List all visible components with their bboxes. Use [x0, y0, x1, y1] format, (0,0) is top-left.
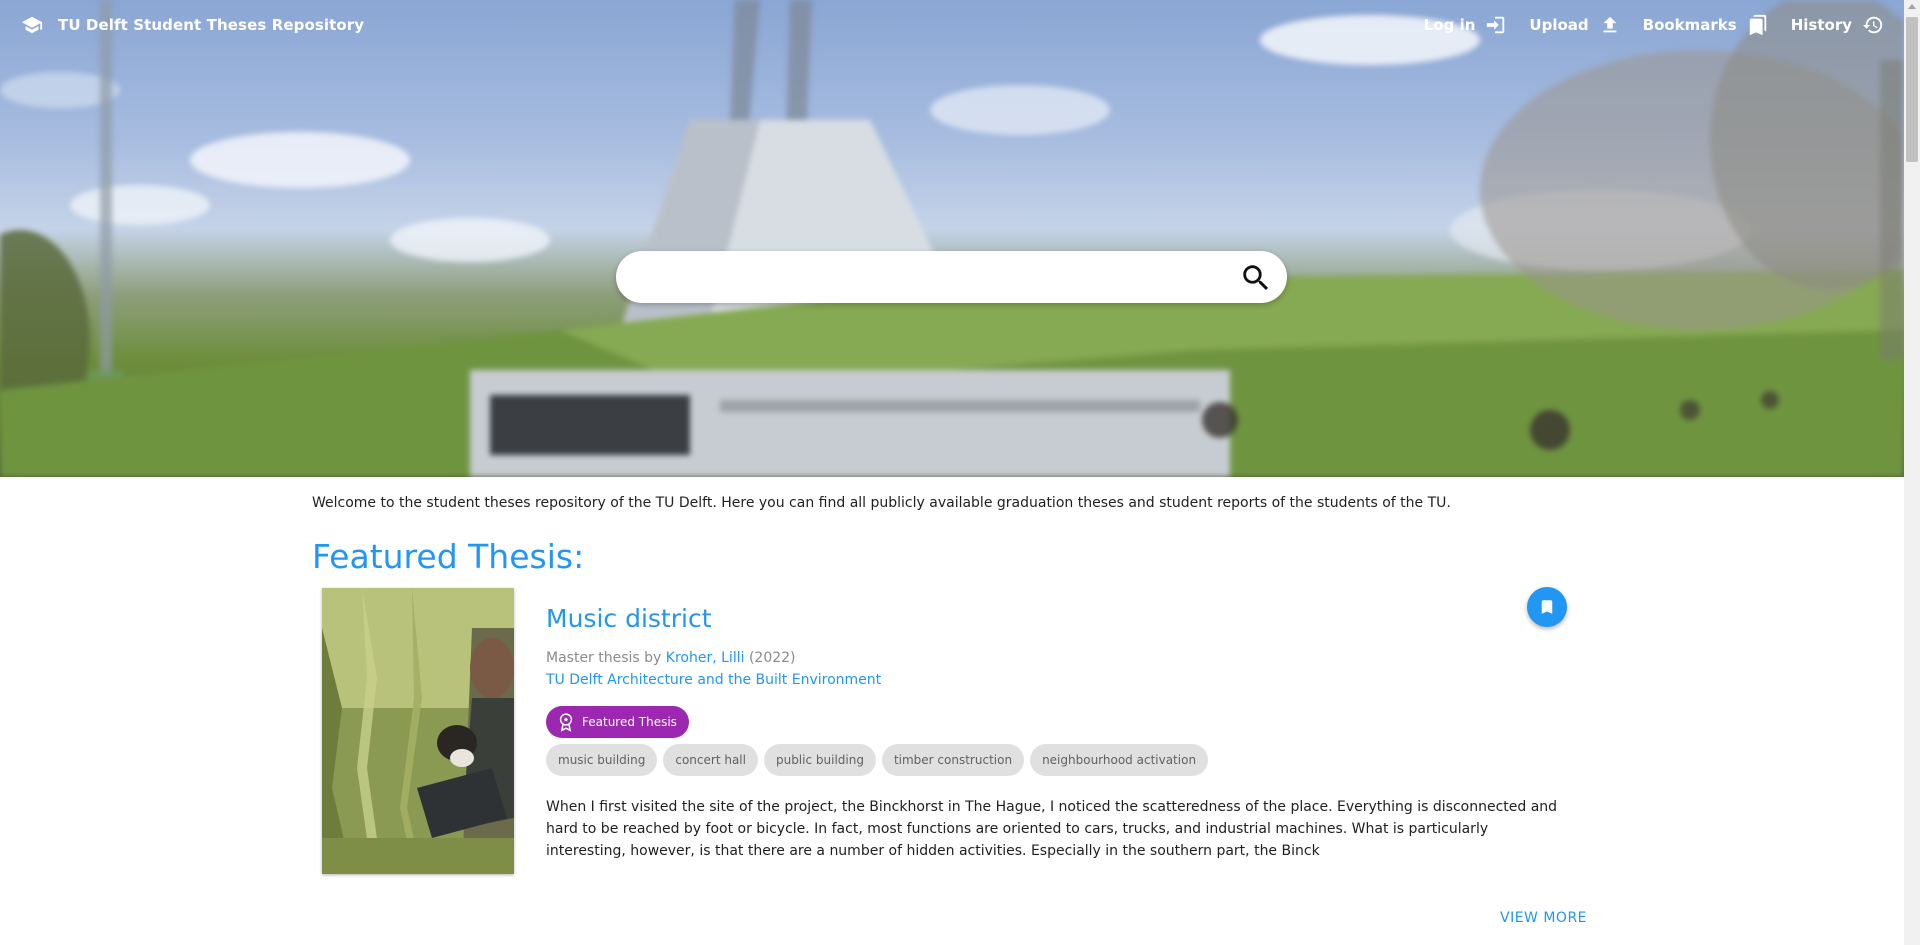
upload-button[interactable]: Upload [1529, 14, 1620, 36]
tag-chip[interactable]: neighbourhood activation [1030, 744, 1209, 776]
featured-badge-label: Featured Thesis [582, 715, 677, 729]
welcome-text: Welcome to the student theses repository… [312, 495, 1451, 511]
keyword-tags: music building concert hall public build… [546, 744, 1209, 776]
featured-thesis-badge: Featured Thesis [546, 706, 689, 738]
featured-section-title: Featured Thesis: [312, 537, 585, 576]
bookmark-icon [1541, 600, 1553, 614]
login-icon [1487, 16, 1505, 34]
hero-banner: TU Delft Student Theses Repository Log i… [0, 0, 1904, 477]
tag-chip[interactable]: music building [546, 744, 658, 776]
login-button[interactable]: Log in [1424, 14, 1508, 36]
author-link[interactable]: Kroher, Lilli [666, 650, 745, 666]
graduation-cap-icon [21, 16, 43, 34]
bookmark-button[interactable] [1527, 587, 1567, 627]
login-label: Log in [1423, 16, 1476, 34]
bookmarks-button[interactable]: Bookmarks [1643, 14, 1769, 36]
featured-thesis-card: Music district Master thesis by Kroher, … [322, 588, 1592, 945]
scroll-up-arrow-icon[interactable] [1908, 4, 1916, 9]
thesis-title-link[interactable]: Music district [546, 604, 712, 633]
search-bar [616, 251, 1287, 303]
tag-chip[interactable]: concert hall [663, 744, 758, 776]
thesis-cover-image [322, 588, 514, 874]
thesis-abstract: When I first visited the site of the pro… [546, 799, 1558, 859]
history-icon [1862, 16, 1883, 34]
scrollbar-thumb[interactable] [1906, 17, 1918, 162]
search-input[interactable] [640, 261, 1200, 293]
page-scrollbar[interactable] [1904, 0, 1920, 945]
hero-background-image [0, 0, 1904, 477]
view-more-link[interactable]: VIEW MORE [1500, 910, 1587, 926]
thesis-year: (2022) [748, 650, 796, 666]
thesis-type-label: Master thesis by [546, 650, 662, 666]
search-icon[interactable] [1239, 261, 1273, 295]
tag-chip[interactable]: timber construction [881, 744, 1025, 776]
top-app-bar: TU Delft Student Theses Repository Log i… [0, 0, 1904, 52]
tag-chip[interactable]: public building [763, 744, 876, 776]
thesis-meta: Master thesis by Kroher, Lilli (2022) [546, 650, 796, 666]
app-title: TU Delft Student Theses Repository [58, 16, 365, 34]
award-ribbon-icon [559, 713, 573, 732]
history-label: History [1790, 16, 1852, 34]
brand[interactable]: TU Delft Student Theses Repository [20, 14, 364, 36]
faculty-link[interactable]: TU Delft Architecture and the Built Envi… [546, 672, 881, 688]
top-nav: Log in Upload Bookmarks History [1402, 14, 1884, 36]
bookmarks-label: Bookmarks [1642, 16, 1737, 34]
history-button[interactable]: History [1791, 14, 1884, 36]
bookmarks-icon [1749, 14, 1766, 36]
upload-label: Upload [1529, 16, 1589, 34]
upload-icon [1603, 16, 1617, 33]
thesis-thumbnail[interactable] [322, 588, 514, 874]
